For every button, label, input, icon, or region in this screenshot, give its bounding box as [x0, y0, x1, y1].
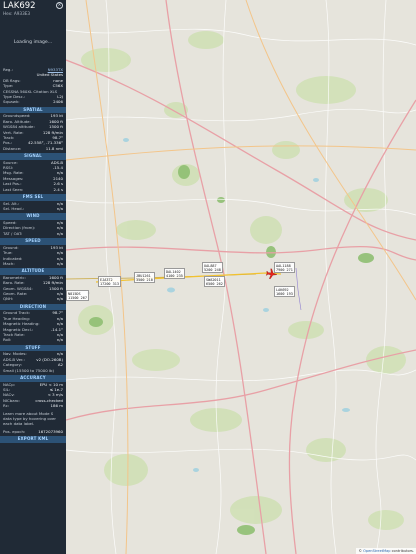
attribution-suffix: contributors. [390, 549, 414, 553]
section-header-altitude: ALTITUDE [0, 268, 66, 275]
aircraft-callsign: JBU1261 [136, 273, 151, 278]
row-label: Small (15500 to 75000 lb) [3, 368, 54, 373]
aircraft-alt-speed: 1600 193 [276, 291, 293, 296]
aircraft-callsign: DAL1402 [166, 269, 181, 274]
info-row: Roll: n/a [0, 338, 66, 343]
pos-epoch-value: 1672073960 [38, 429, 63, 434]
photo-loading-text: Loading image... [13, 40, 53, 46]
info-row: Last Seen: 2.4 s [0, 188, 66, 193]
sidebar-header: LAK692 Hex: A933E3 × [0, 0, 66, 18]
info-row: TAT / OAT: n/a [0, 232, 66, 237]
row-label: Reg.: [3, 68, 13, 72]
aircraft-alt-speed: 17200 313 [100, 281, 119, 286]
row-label: Distance: [3, 146, 22, 151]
row-label: Squawk: [3, 100, 20, 105]
callsign: LAK692 [3, 1, 36, 11]
section-header-accuracy: ACCURACY [0, 374, 66, 382]
row-value: n/a [56, 338, 63, 343]
aircraft-callsign: AAL1188 [276, 263, 291, 268]
row-label: Rc: [3, 404, 10, 409]
aircraft-photo: Loading image... [0, 18, 66, 68]
row-value: 186 m [50, 404, 63, 409]
row-value: 11.8 nmi [45, 146, 63, 151]
info-row: Distance: 11.8 nmi [0, 147, 66, 152]
close-icon[interactable]: × [56, 2, 63, 9]
aircraft-label[interactable]: UAL887 5200 248 [202, 262, 223, 273]
aircraft-label[interactable]: DAL1402 4100 235 [164, 268, 185, 279]
row-value: n/a [56, 261, 63, 266]
row-label: Mach: [3, 261, 15, 266]
info-block: Reg.: N933TX United States DB flags: none Typ… [0, 68, 66, 106]
section-header-stuff: STUFF [0, 344, 66, 352]
row-label: Last Seen: [3, 187, 24, 192]
info-row: Small (15500 to 75000 lb) [0, 369, 66, 374]
mode-s-note: Learn more about Mode S data type by hov… [3, 411, 57, 427]
section-header-spatial: SPATIAL [0, 106, 66, 114]
section-header-signal: SIGNAL [0, 153, 66, 160]
row-value: 2.4 s [53, 187, 63, 192]
export-kml-button[interactable]: EXPORT KML [0, 436, 66, 443]
row-value: n/a [56, 297, 63, 302]
info-row: Squawk: 2406 [0, 100, 66, 105]
row-value: 2406 [53, 100, 63, 105]
aircraft-info-sidebar: LAK692 Hex: A933E3 × Loading image... Re… [0, 0, 66, 554]
info-row: QNH: n/a [0, 297, 66, 302]
pos-epoch-label: Pos. epoch: [3, 429, 26, 434]
aircraft-label[interactable]: N815DS 11500 267 [66, 290, 89, 301]
map-view[interactable]: LAK692 1600 193 EJA372 17200 313 N815DS 11500… [66, 0, 416, 554]
aircraft-label[interactable]: AAL1188 7900 271 [274, 262, 295, 273]
info-row: Sel. Head.: n/a [0, 207, 66, 212]
section-header-direction: DIRECTION [0, 303, 66, 311]
osm-link[interactable]: OpenStreetMap [363, 549, 390, 553]
row-value: n/a [56, 231, 63, 236]
aircraft-alt-speed: 3500 210 [136, 277, 153, 282]
aircraft-label[interactable]: EJA372 17200 313 [98, 276, 121, 287]
aircraft-alt-speed: 5200 248 [204, 267, 221, 272]
row-value: n/a [56, 206, 63, 211]
selected-aircraft-label[interactable]: LAK692 1600 193 [274, 286, 295, 297]
hex-code: Hex: A933E3 [3, 11, 31, 16]
row-label: Roll: [3, 338, 12, 343]
aircraft-callsign: SWA2011 [206, 277, 221, 282]
aircraft-alt-speed: 7900 271 [276, 267, 293, 272]
aircraft-alt-speed: 4100 235 [166, 273, 183, 278]
section-header-fms-sel: FMS SEL [0, 194, 66, 201]
row-label: TAT / OAT: [3, 231, 23, 236]
map-attribution: © OpenStreetMap contributors. [356, 548, 416, 554]
info-row: Mach: n/a [0, 262, 66, 267]
section-header-speed: SPEED [0, 238, 66, 245]
sections-block: SPATIAL Groundspeed: 193 kt Baro. Altitude:… [0, 106, 66, 410]
row-label: QNH: [3, 297, 14, 302]
row-value: A2 [57, 363, 63, 368]
aircraft-label[interactable]: SWA2011 6500 262 [204, 276, 225, 287]
aircraft-alt-speed: 11500 267 [68, 295, 87, 300]
aircraft-alt-speed: 6500 262 [206, 281, 223, 286]
row-label: Sel. Head.: [3, 206, 25, 211]
aircraft-label[interactable]: JBU1261 3500 210 [134, 272, 155, 283]
section-header-wind: WIND [0, 213, 66, 220]
pos-epoch-row: Pos. epoch: 1672073960 [0, 430, 66, 435]
